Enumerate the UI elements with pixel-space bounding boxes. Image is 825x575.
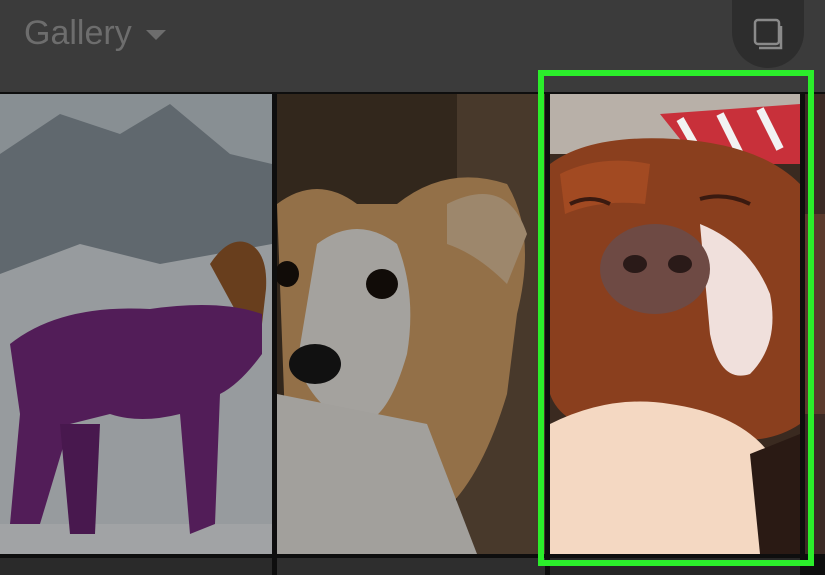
photo-thumbnail-5[interactable] xyxy=(0,558,272,575)
photo-thumbnail-6[interactable] xyxy=(277,558,545,575)
multi-select-icon xyxy=(753,18,783,50)
photo-thumbnail-7[interactable] xyxy=(550,558,800,575)
top-app-bar: Gallery xyxy=(0,0,825,92)
multi-select-button[interactable] xyxy=(732,0,804,68)
partial-photo-image xyxy=(805,94,825,554)
photo-thumbnail-4[interactable] xyxy=(805,94,825,554)
album-title: Gallery xyxy=(24,13,132,52)
pit-bull-image xyxy=(550,94,800,554)
photo-grid xyxy=(0,92,825,575)
caret-down-icon xyxy=(145,30,166,40)
photo-thumbnail-3-selected[interactable] xyxy=(550,94,800,554)
photo-thumbnail-1[interactable] xyxy=(0,94,272,554)
album-dropdown[interactable]: Gallery xyxy=(24,12,166,54)
photo-thumbnail-2[interactable] xyxy=(277,94,545,554)
